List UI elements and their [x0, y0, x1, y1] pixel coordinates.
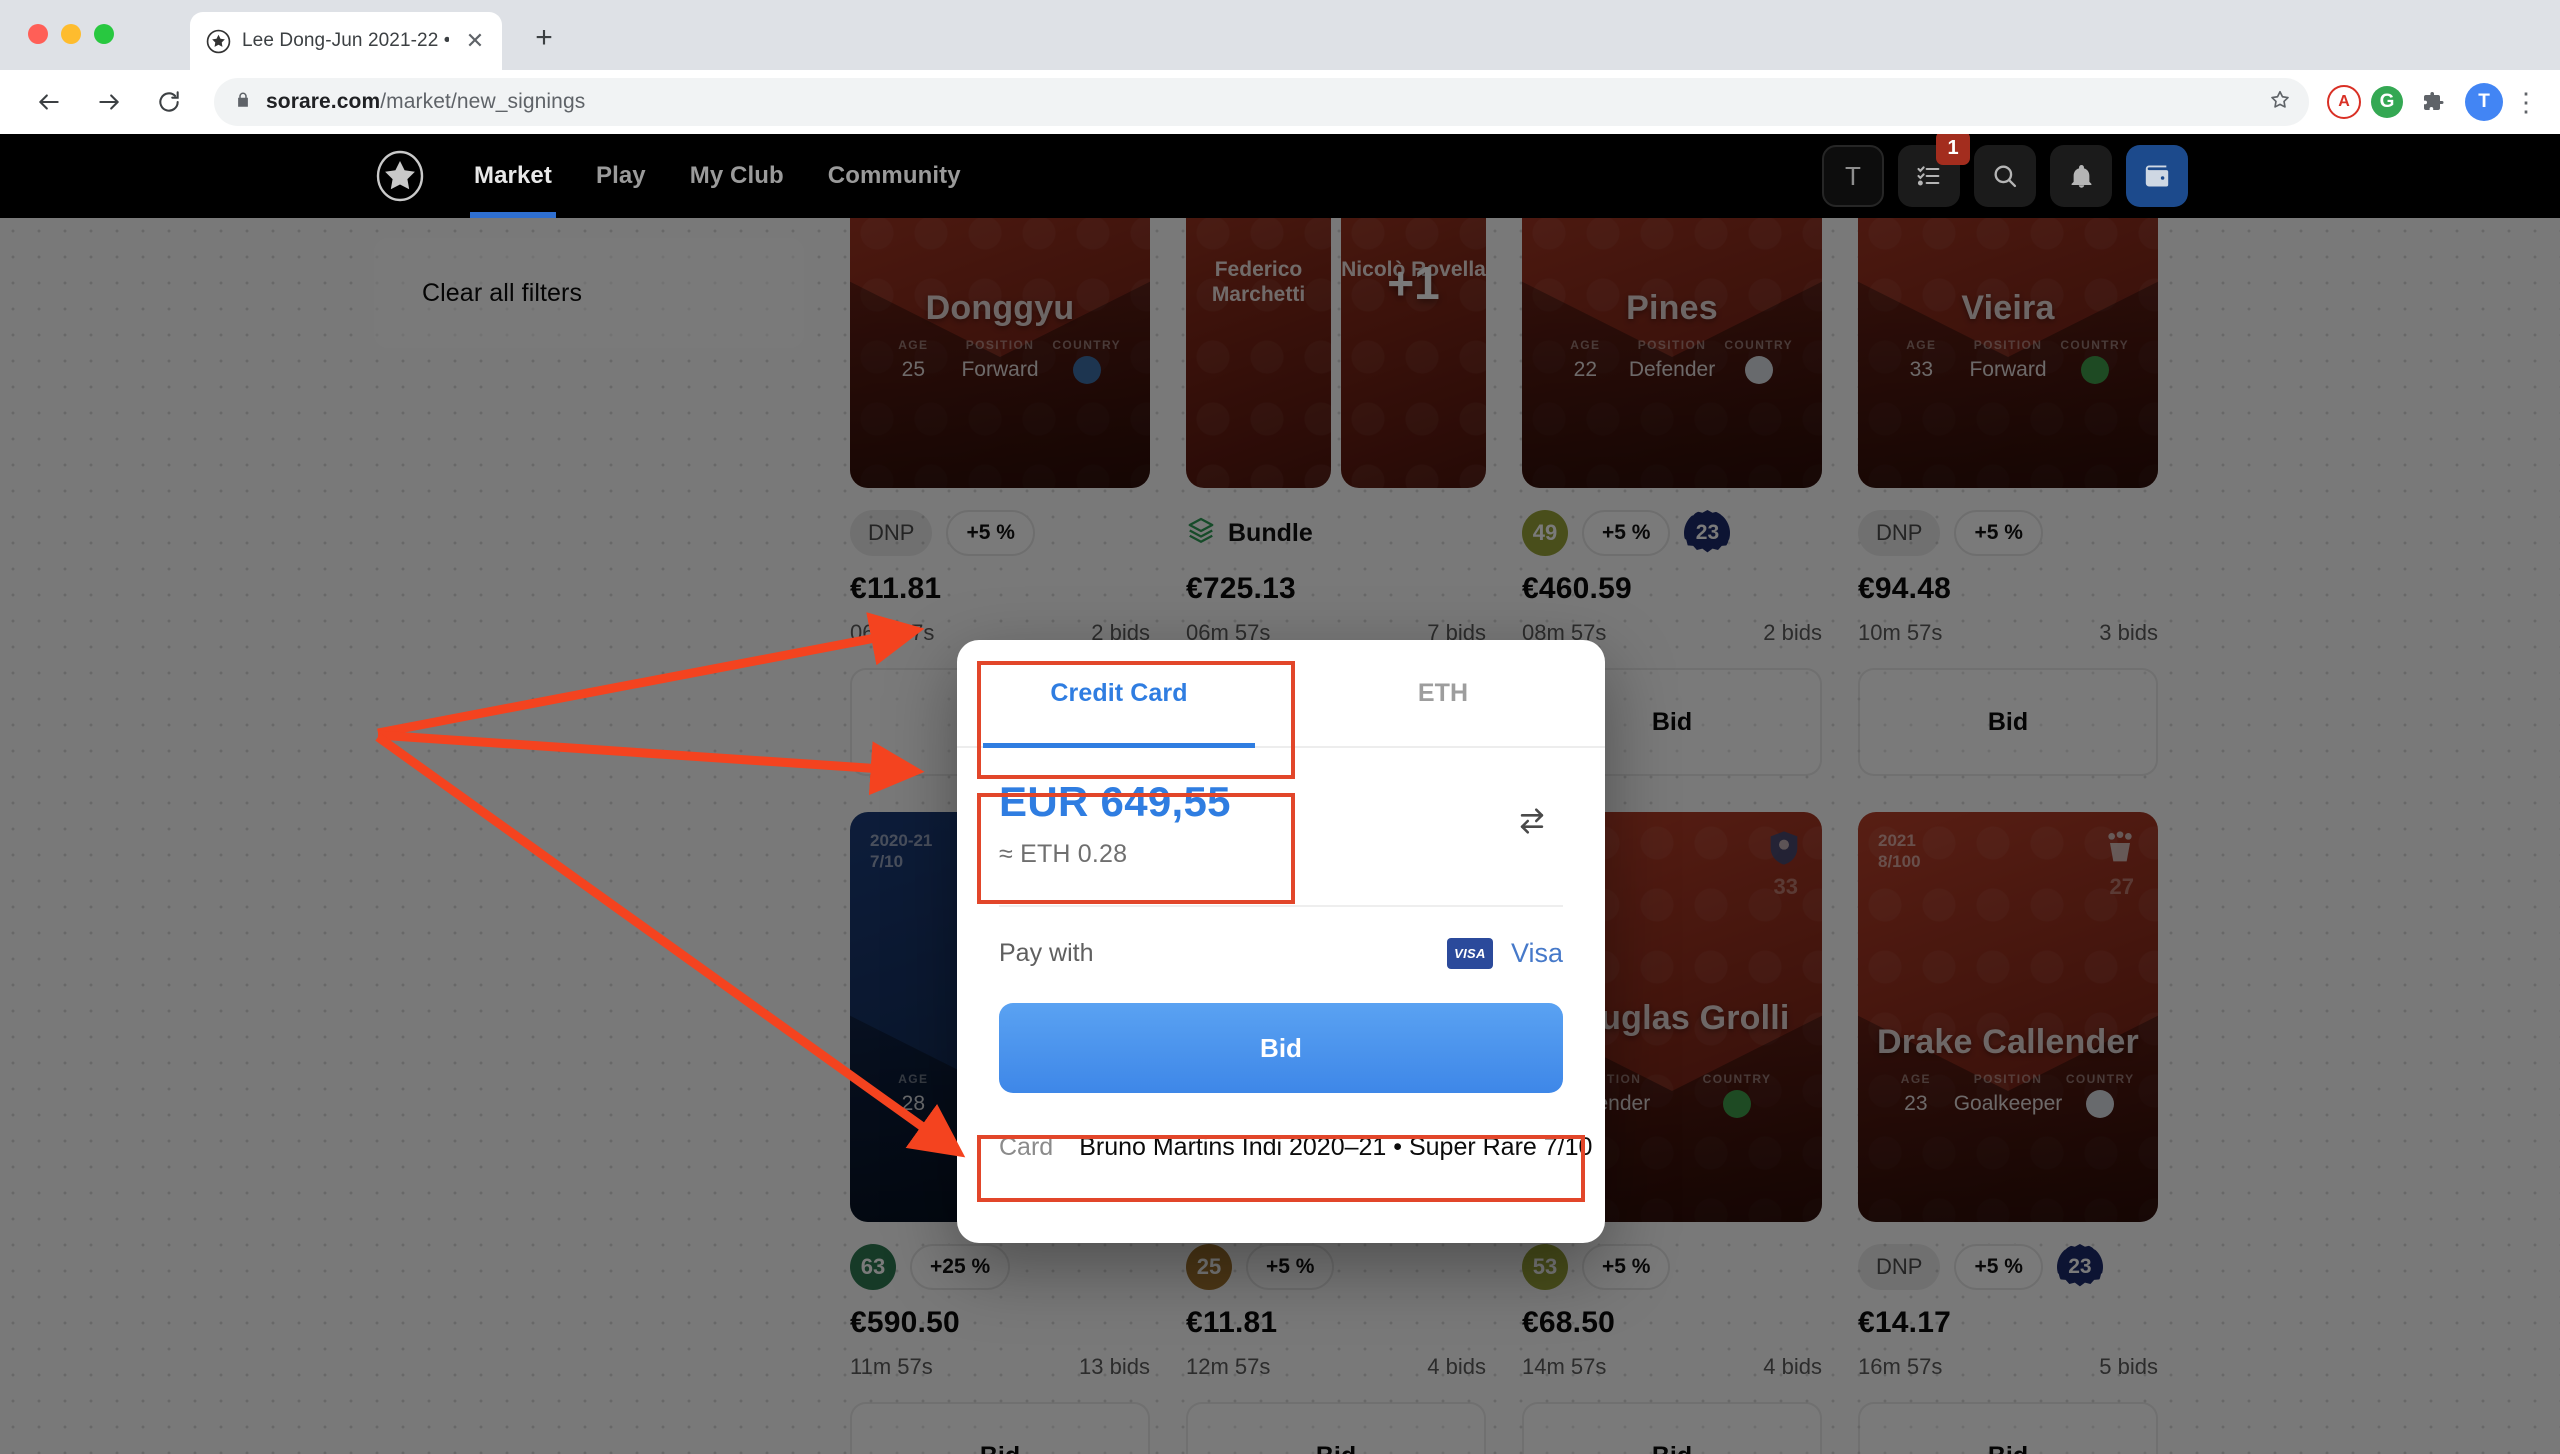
bid-modal: Credit Card ETH EUR 649,55 ≈ ETH 0.28 Pa…	[957, 640, 1605, 1243]
nav-link-my-club[interactable]: My Club	[668, 134, 806, 218]
sorare-logo-icon[interactable]	[374, 150, 426, 202]
toolbar-extensions: A G T ⋮	[2327, 81, 2539, 123]
activity-list-button[interactable]: 1	[1898, 134, 1970, 207]
bookmark-star-icon[interactable]	[2269, 89, 2291, 116]
amount-converted: ≈ ETH 0.28	[999, 840, 1128, 868]
wallet-button[interactable]	[2126, 145, 2188, 207]
payment-method-tabs: Credit Card ETH	[957, 640, 1605, 748]
address-bar[interactable]: sorare.com/market/new_signings	[214, 78, 2309, 126]
profile-avatar[interactable]: T	[2465, 83, 2503, 121]
reload-button[interactable]	[142, 75, 196, 129]
browser-tab[interactable]: Lee Dong-Jun 2021-22 • Rare ✕	[190, 12, 502, 70]
tab-strip: Lee Dong-Jun 2021-22 • Rare ✕ +	[0, 0, 2560, 70]
forward-button[interactable]	[82, 75, 136, 129]
tab-credit-card[interactable]: Credit Card	[957, 640, 1281, 748]
nav-link-market[interactable]: Market	[452, 134, 574, 218]
url-domain: sorare.com	[266, 90, 381, 113]
close-tab-button[interactable]: ✕	[460, 26, 490, 56]
tab-eth[interactable]: ETH	[1281, 640, 1605, 746]
browser-chrome: Lee Dong-Jun 2021-22 • Rare ✕ + sorare.c…	[0, 0, 2560, 134]
user-initial-button[interactable]: T	[1822, 145, 1884, 207]
navbar-actions: T 1	[1822, 134, 2188, 207]
browser-menu-button[interactable]: ⋮	[2513, 89, 2539, 115]
minimize-window-button[interactable]	[61, 24, 81, 44]
pay-with-label: Pay with	[999, 938, 1094, 967]
lock-icon	[234, 91, 252, 114]
visa-logo-icon: VISA	[1446, 937, 1493, 969]
close-window-button[interactable]	[28, 24, 48, 44]
card-summary-row: Card Bruno Martins Indi 2020–21 • Super …	[957, 1101, 1605, 1193]
pay-with-row: Pay with VISA Visa	[957, 907, 1605, 999]
payment-method-value[interactable]: VISA Visa	[1446, 937, 1563, 969]
nav-link-play[interactable]: Play	[574, 134, 668, 218]
browser-tab-title: Lee Dong-Jun 2021-22 • Rare	[242, 30, 449, 51]
extension-grammarly-icon[interactable]: G	[2371, 86, 2403, 118]
window-traffic-lights	[28, 24, 114, 44]
notifications-bell-button[interactable]	[2050, 145, 2112, 207]
amount-value[interactable]: EUR 649,55	[999, 778, 1231, 826]
search-button[interactable]	[1974, 145, 2036, 207]
notification-badge: 1	[1936, 134, 1970, 165]
amount-section: EUR 649,55 ≈ ETH 0.28	[957, 748, 1605, 869]
swap-currency-icon[interactable]	[1515, 804, 1549, 843]
payment-method-name: Visa	[1510, 937, 1563, 968]
address-bar-url: sorare.com/market/new_signings	[266, 90, 585, 114]
card-summary-label: Card	[999, 1132, 1054, 1161]
site-navbar: Market Play My Club Community T 1	[0, 134, 2560, 218]
new-tab-button[interactable]: +	[522, 16, 566, 60]
maximize-window-button[interactable]	[94, 24, 114, 44]
page-root: Market Play My Club Community T 1 Credit…	[0, 134, 2560, 1454]
card-summary-value: Bruno Martins Indi 2020–21 • Super Rare …	[1079, 1132, 1593, 1161]
url-path: /market/new_signings	[380, 90, 586, 113]
sorare-favicon-icon	[206, 29, 231, 54]
amount-block[interactable]: EUR 649,55 ≈ ETH 0.28	[999, 778, 1231, 869]
extensions-puzzle-icon[interactable]	[2413, 81, 2455, 123]
submit-bid-button[interactable]: Bid	[999, 1003, 1563, 1093]
back-button[interactable]	[22, 75, 76, 129]
browser-toolbar: sorare.com/market/new_signings A G T ⋮	[0, 70, 2560, 134]
nav-link-community[interactable]: Community	[806, 134, 983, 218]
primary-nav: Market Play My Club Community	[452, 134, 983, 218]
extension-adblock-icon[interactable]: A	[2327, 85, 2361, 119]
